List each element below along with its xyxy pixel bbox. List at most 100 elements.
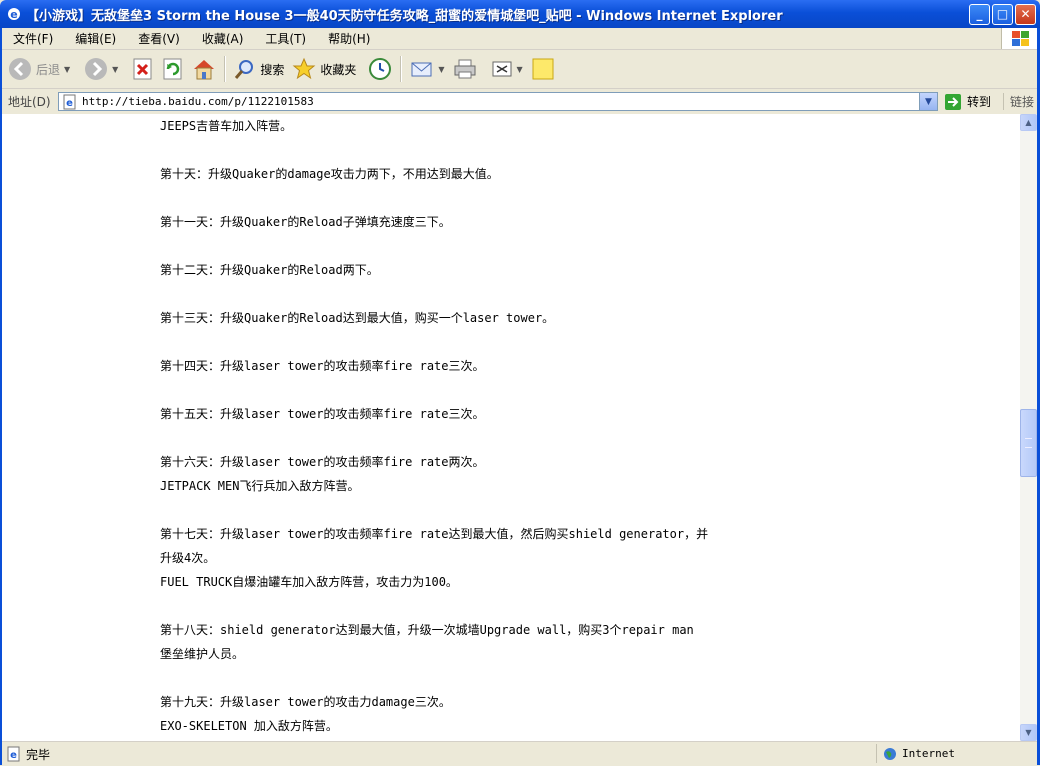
page-done-icon: e [7, 746, 20, 762]
post-line: EXO-SKELETON 加入敌方阵营。 [160, 719, 338, 733]
svg-text:e: e [10, 750, 17, 761]
edit-button[interactable]: ▼ [491, 58, 523, 80]
scroll-thumb[interactable] [1020, 409, 1037, 477]
go-label: 转到 [967, 95, 992, 109]
scroll-up-button[interactable]: ▲ [1020, 114, 1037, 131]
mail-icon [411, 62, 432, 77]
post-body: JEEPS吉普车加入阵营。第十天：升级Quaker的damage攻击力两下，不用… [160, 114, 780, 738]
address-label: 地址(D) [8, 95, 51, 109]
title-bar: e 【小游戏】无敌堡垒3 Storm the House 3一般40天防守任务攻… [0, 0, 1040, 28]
post-line: 第十一天：升级Quaker的Reload子弹填充速度三下。 [160, 215, 451, 229]
forward-arrow-icon [85, 58, 108, 80]
window-border [0, 28, 2, 765]
post-line: 第十八天：shield generator达到最大值，升级一次城墙Upgrade… [160, 623, 694, 637]
window-title: 【小游戏】无敌堡垒3 Storm the House 3一般40天防守任务攻略_… [26, 8, 783, 24]
minimize-button[interactable]: _ [969, 3, 990, 25]
status-text: 完毕 [26, 747, 51, 762]
toolbar-separator [224, 56, 227, 82]
print-button[interactable] [453, 58, 477, 80]
stop-button[interactable] [132, 58, 154, 80]
post-line: FUEL TRUCK自爆油罐车加入敌方阵营，攻击力为100。 [160, 575, 458, 589]
chevron-down-icon[interactable]: ▼ [517, 65, 523, 74]
favorites-button[interactable]: 收藏夹 [292, 57, 356, 81]
forward-button[interactable]: ▼ [84, 57, 118, 81]
menu-help[interactable]: 帮助(H) [315, 30, 379, 47]
back-button[interactable]: 后退 ▼ [8, 57, 70, 81]
toolbar-separator [400, 56, 403, 82]
menu-edit[interactable]: 编辑(E) [62, 30, 125, 47]
close-button[interactable]: ✕ [1015, 3, 1036, 25]
menu-tools[interactable]: 工具(T) [252, 30, 315, 47]
maximize-button[interactable]: □ [992, 3, 1013, 25]
address-input[interactable]: e http://tieba.baidu.com/p/1122101583 ▼ [58, 92, 938, 111]
search-button[interactable]: 搜索 [234, 58, 284, 80]
back-arrow-icon [9, 58, 31, 80]
note-button[interactable] [531, 57, 555, 81]
post-line: 第十五天：升级laser tower的攻击频率fire rate三次。 [160, 407, 485, 421]
globe-icon [884, 747, 896, 760]
status-area: e 完毕 [6, 746, 50, 763]
back-label: 后退 [36, 62, 61, 77]
menu-favorites[interactable]: 收藏(A) [189, 30, 253, 47]
post-line: 第十天：升级Quaker的damage攻击力两下，不用达到最大值。 [160, 167, 499, 181]
home-button[interactable] [192, 58, 216, 80]
address-url: http://tieba.baidu.com/p/1122101583 [82, 95, 314, 108]
search-label: 搜索 [260, 62, 285, 77]
chevron-down-icon[interactable]: ▼ [438, 65, 444, 74]
favorites-label: 收藏夹 [320, 62, 357, 77]
address-bar: 地址(D) e http://tieba.baidu.com/p/1122101… [0, 89, 1040, 115]
post-line: JEEPS吉普车加入阵营。 [160, 119, 293, 133]
refresh-icon [163, 58, 182, 80]
ie-icon: e [6, 6, 22, 22]
svg-text:e: e [66, 98, 73, 109]
menu-bar: 文件(F) 编辑(E) 查看(V) 收藏(A) 工具(T) 帮助(H) [0, 28, 1040, 50]
star-icon [292, 57, 316, 80]
svg-text:e: e [10, 8, 17, 21]
security-zone: Internet [876, 744, 1040, 763]
go-arrow-icon [945, 93, 961, 110]
history-icon [369, 58, 392, 80]
menu-file[interactable]: 文件(F) [0, 30, 62, 47]
sticky-note-icon [532, 58, 554, 80]
go-button[interactable]: 转到 [944, 93, 991, 111]
windows-logo-icon [1001, 28, 1040, 49]
post-line: 第十六天：升级laser tower的攻击频率fire rate两次。 [160, 455, 485, 469]
toolbar: 后退 ▼ ▼ 搜索 收藏夹 ▼ ▼ [0, 50, 1040, 89]
post-line: 堡垒维护人员。 [160, 647, 245, 661]
scroll-down-button[interactable]: ▼ [1020, 724, 1037, 741]
post-line: 第十三天：升级Quaker的Reload达到最大值，购买一个laser towe… [160, 311, 555, 325]
mail-button[interactable]: ▼ [410, 58, 445, 80]
home-icon [194, 60, 215, 80]
menu-view[interactable]: 查看(V) [125, 30, 189, 47]
page-content: JEEPS吉普车加入阵营。第十天：升级Quaker的damage攻击力两下，不用… [2, 114, 1020, 741]
edit-icon [492, 61, 512, 77]
refresh-button[interactable] [162, 58, 184, 80]
page-icon: e [63, 94, 76, 109]
post-line: 第十四天：升级laser tower的攻击频率fire rate三次。 [160, 359, 485, 373]
post-line: 第十二天：升级Quaker的Reload两下。 [160, 263, 379, 277]
chevron-down-icon[interactable]: ▼ [64, 65, 70, 74]
history-button[interactable] [368, 57, 392, 81]
printer-icon [454, 59, 476, 79]
chevron-down-icon[interactable]: ▼ [112, 65, 118, 74]
vertical-scrollbar[interactable]: ▲ ▼ [1020, 114, 1037, 741]
zone-label: Internet [902, 747, 955, 760]
post-line: 第十九天：升级laser tower的攻击力damage三次。 [160, 695, 451, 709]
chevron-down-icon[interactable]: ▼ [919, 93, 937, 110]
search-icon [235, 60, 254, 79]
post-line: 第十七天：升级laser tower的攻击频率fire rate达到最大值，然后… [160, 527, 709, 541]
post-line: JETPACK MEN飞行兵加入敌方阵营。 [160, 479, 360, 493]
links-button[interactable]: 链接 [1003, 93, 1034, 110]
status-bar: e 完毕 Internet [0, 741, 1040, 766]
post-line: 升级4次。 [160, 551, 216, 565]
